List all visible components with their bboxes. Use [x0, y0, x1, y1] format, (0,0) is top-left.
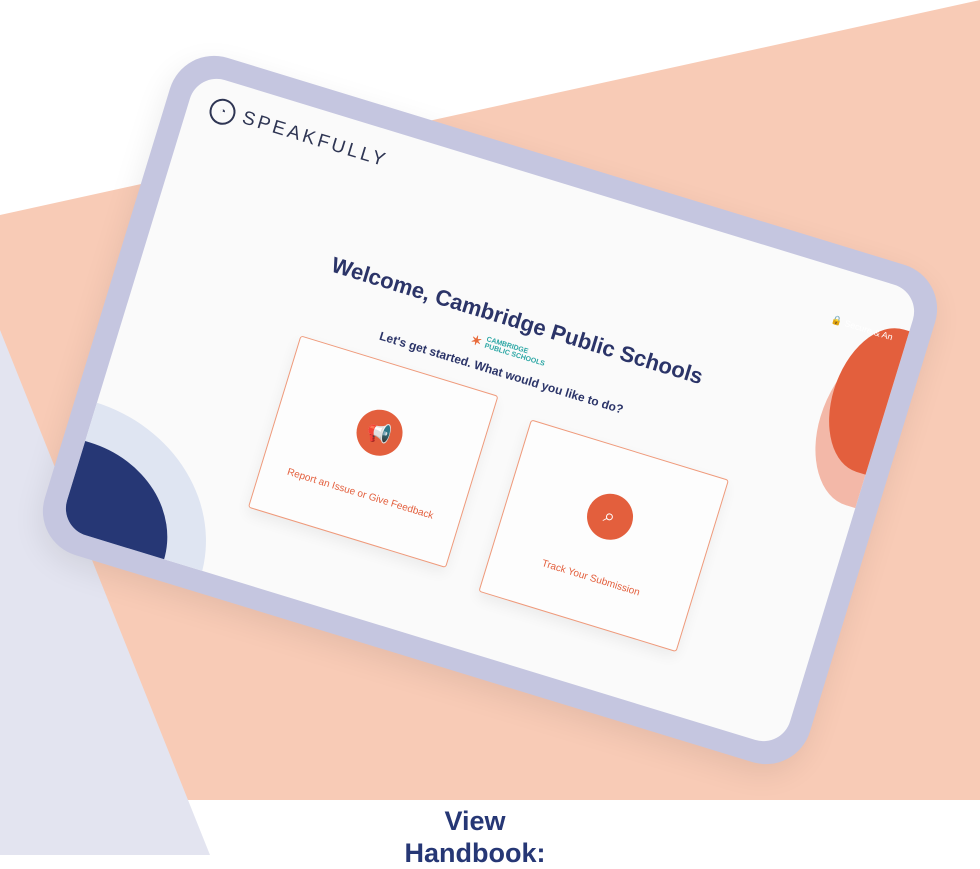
track-submission-card[interactable]: ⌕ Track Your Submission: [478, 419, 729, 653]
search-icon: ⌕: [580, 487, 639, 546]
welcome-title: Welcome, Cambridge Public Schools: [328, 252, 707, 390]
brand-logo[interactable]: ◔ SPEAKFULLY: [206, 95, 391, 175]
speech-bubble-icon: ◔: [206, 95, 239, 128]
megaphone-icon: 📢: [350, 403, 408, 462]
track-submission-label: Track Your Submission: [540, 558, 642, 599]
report-issue-card[interactable]: 📢 Report an Issue or Give Feedback: [247, 335, 499, 569]
people-icon: ✶: [469, 331, 484, 349]
prompt-text: Let's get started. What would you like t…: [377, 328, 625, 417]
brand-name: SPEAKFULLY: [239, 107, 391, 172]
lock-icon: 🔒: [830, 314, 844, 327]
report-issue-label: Report an Issue or Give Feedback: [285, 466, 435, 522]
view-handbook-link[interactable]: View Handbook:: [390, 805, 560, 869]
